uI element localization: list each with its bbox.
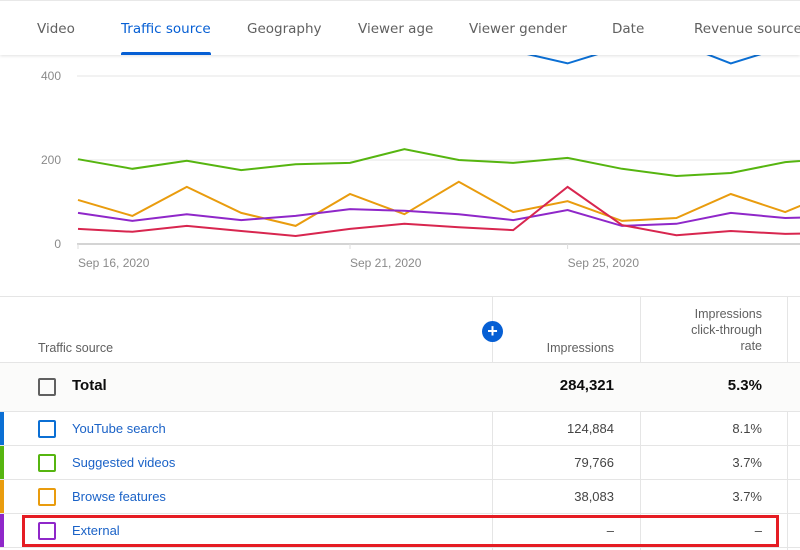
tab-revenue-source[interactable]: Revenue source — [694, 1, 800, 56]
table-row-total: Total 284,321 5.3% — [0, 363, 800, 412]
row-impressions: 79,766 — [574, 455, 614, 470]
row-impressions: 124,884 — [567, 421, 614, 436]
row-impressions: 38,083 — [574, 489, 614, 504]
total-checkbox[interactable] — [38, 378, 56, 396]
header-ctr-line: click-through — [691, 323, 762, 337]
row-checkbox[interactable] — [38, 522, 56, 540]
table-row: YouTube search 124,884 8.1% — [0, 412, 800, 446]
tab-date[interactable]: Date — [612, 1, 644, 56]
y-tick-label: 400 — [41, 69, 61, 83]
tab-geography[interactable]: Geography — [247, 1, 322, 56]
header-impressions[interactable]: Impressions — [547, 340, 614, 356]
total-label: Total — [72, 377, 107, 394]
header-ctr-line: rate — [740, 339, 762, 353]
tab-traffic-source[interactable]: Traffic source — [121, 1, 211, 56]
series-color-bar — [0, 514, 4, 547]
row-label-link[interactable]: External — [72, 523, 120, 538]
table-row: External – – — [0, 514, 800, 548]
plus-icon: + — [487, 321, 498, 341]
x-tick-label: Sep 25, 2020 — [568, 256, 640, 270]
tab-video[interactable]: Video — [37, 1, 75, 56]
row-label-link[interactable]: YouTube search — [72, 421, 166, 436]
series-color-bar — [0, 412, 4, 445]
header-impressions-ctr[interactable]: Impressions click-through rate — [652, 306, 762, 354]
table-row: Suggested videos 79,766 3.7% — [0, 446, 800, 480]
chart-svg: 0 200 400 Sep 16, 2020 Sep 21, 2020 Sep 25, 2… — [41, 55, 800, 270]
line-chart: 0 200 400 Sep 16, 2020 Sep 21, 2020 Sep 25, 2… — [0, 55, 800, 295]
row-ctr: – — [754, 523, 762, 538]
series-line-browse-features[interactable] — [77, 180, 800, 227]
table-header-row: Traffic source + Impressions Impressions… — [0, 297, 800, 363]
row-ctr: 3.7% — [732, 489, 762, 504]
x-tick-label: Sep 21, 2020 — [350, 256, 422, 270]
row-checkbox[interactable] — [38, 454, 56, 472]
series-color-bar — [0, 446, 4, 479]
tab-viewer-age[interactable]: Viewer age — [358, 1, 433, 56]
row-ctr: 3.7% — [732, 455, 762, 470]
row-checkbox[interactable] — [38, 488, 56, 506]
total-impressions: 284,321 — [559, 377, 614, 394]
row-ctr: 8.1% — [732, 421, 762, 436]
row-impressions: – — [606, 523, 614, 538]
y-tick-label: 0 — [54, 237, 61, 251]
series-line-youtube-search[interactable] — [78, 55, 800, 65]
series-color-bar — [0, 480, 4, 513]
row-label-link[interactable]: Browse features — [72, 489, 166, 504]
y-tick-label: 200 — [41, 153, 61, 167]
add-metric-button[interactable]: + — [482, 321, 503, 342]
tab-viewer-gender[interactable]: Viewer gender — [469, 1, 567, 56]
traffic-source-table: Traffic source + Impressions Impressions… — [0, 297, 800, 550]
series-line-suggested-videos[interactable] — [77, 148, 800, 178]
table-row: Browse features 38,083 3.7% — [0, 480, 800, 514]
header-traffic-source[interactable]: Traffic source — [38, 340, 113, 356]
total-ctr: 5.3% — [727, 377, 762, 394]
header-ctr-line: Impressions — [694, 307, 762, 321]
row-checkbox[interactable] — [38, 420, 56, 438]
report-tab-bar: Video Traffic source Geography Viewer ag… — [0, 0, 800, 55]
x-tick-label: Sep 16, 2020 — [78, 256, 150, 270]
row-label-link[interactable]: Suggested videos — [72, 455, 175, 470]
